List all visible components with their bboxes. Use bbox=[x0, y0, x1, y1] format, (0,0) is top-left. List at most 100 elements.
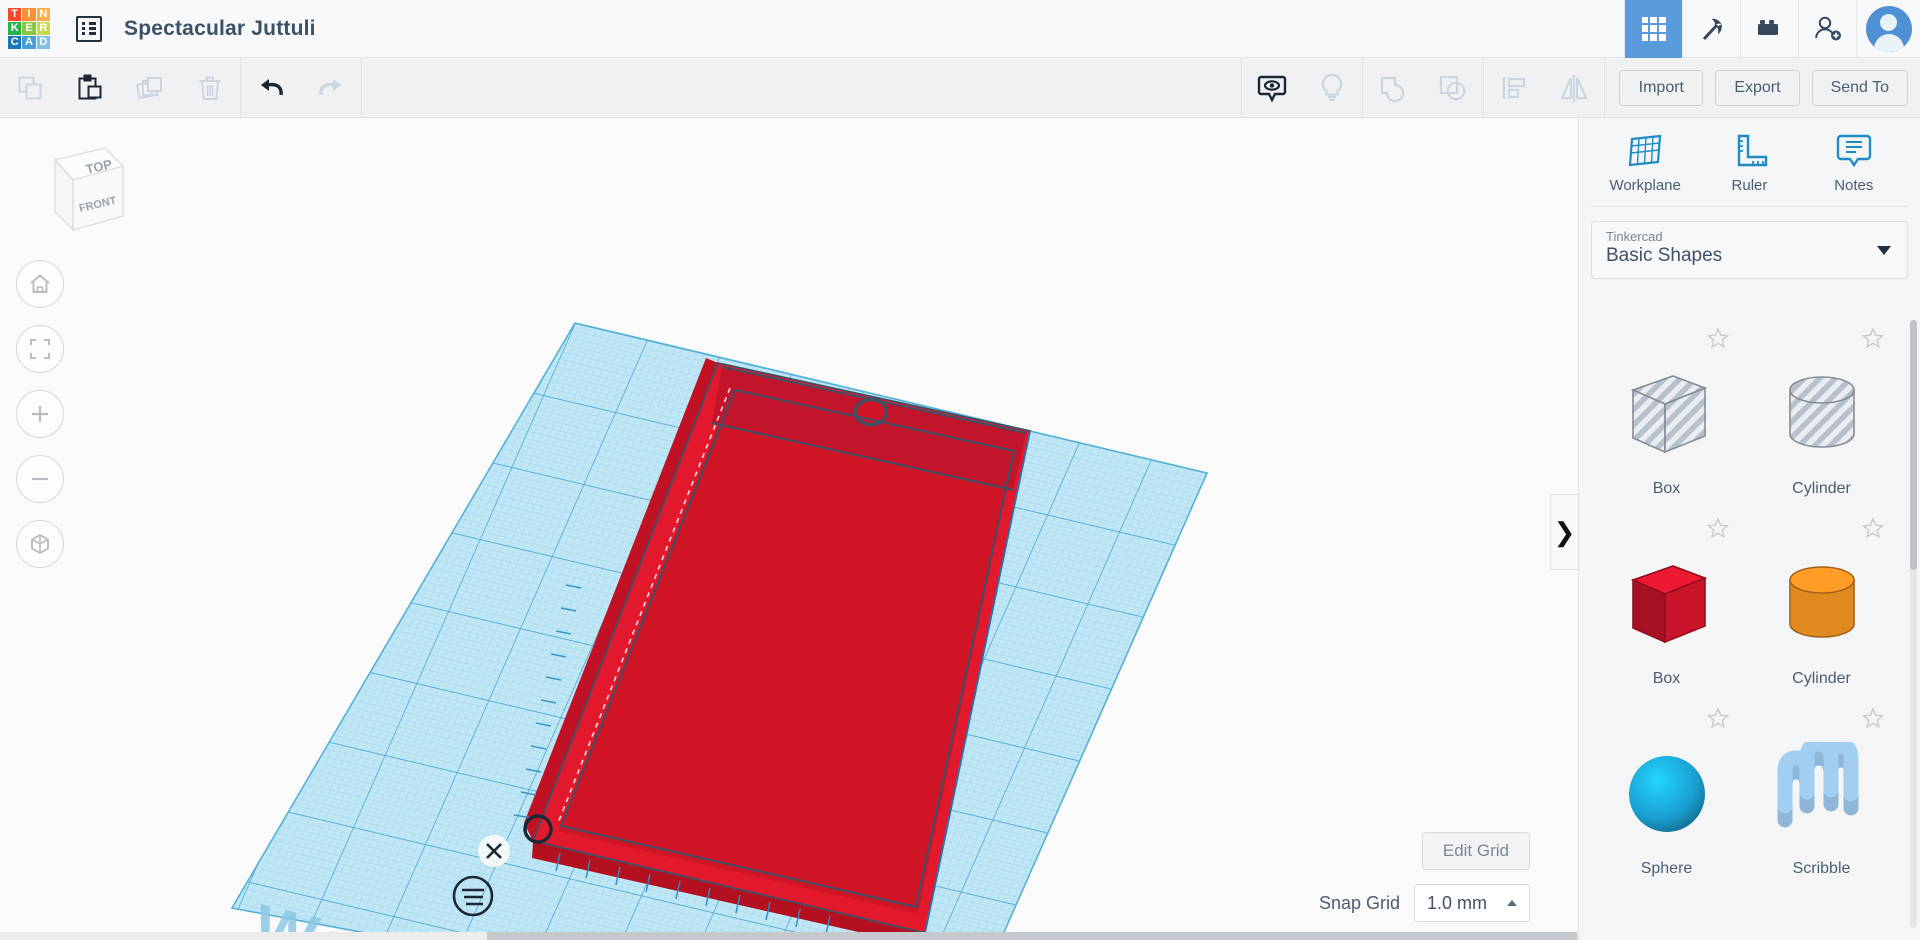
shape-item-sphere-4[interactable]: Sphere bbox=[1589, 696, 1744, 886]
favorite-star-icon bbox=[1707, 517, 1729, 539]
3d-canvas[interactable]: Workplane bbox=[0, 118, 1578, 940]
logo-tile-n: N bbox=[36, 7, 50, 21]
shape-item-label: Box bbox=[1652, 480, 1681, 497]
zoom-out-icon[interactable] bbox=[16, 455, 64, 503]
canvas-horizontal-scrollbar[interactable] bbox=[0, 932, 1578, 940]
cylinder-thumbnail bbox=[1744, 544, 1899, 664]
ungroup-icon[interactable] bbox=[1423, 58, 1483, 118]
gallery-scrollbar[interactable] bbox=[1910, 320, 1917, 928]
shape-gallery[interactable]: Box Cylinder Box Cylinder Sphere Scribbl… bbox=[1579, 308, 1920, 940]
designs-grid-icon[interactable] bbox=[1624, 0, 1682, 58]
top-bar-right-actions bbox=[1624, 0, 1920, 58]
edit-toolbar: Import Export Send To bbox=[0, 57, 1920, 118]
clipboard-tool-group bbox=[0, 58, 240, 118]
chevron-down-icon bbox=[1877, 246, 1891, 255]
snap-grid-select[interactable]: 1.0 mm bbox=[1414, 884, 1530, 922]
history-tool-group bbox=[241, 58, 361, 118]
shape-gallery-row: Sphere Scribble bbox=[1589, 696, 1917, 886]
shape-item-label: Cylinder bbox=[1792, 480, 1851, 497]
logo-tile-d: D bbox=[36, 36, 50, 50]
top-bar: TINKERCAD Spectacular Juttuli bbox=[0, 0, 1920, 58]
shape-item-label: Box bbox=[1652, 670, 1681, 687]
add-user-icon[interactable] bbox=[1798, 0, 1856, 58]
logo-tile-k: K bbox=[8, 21, 22, 36]
favorite-star-icon[interactable] bbox=[1861, 326, 1885, 355]
send-to-button[interactable]: Send To bbox=[1811, 69, 1908, 106]
favorite-star-icon bbox=[1707, 327, 1729, 349]
view-cube[interactable]: TOP FRONT bbox=[25, 130, 135, 240]
align-icon[interactable] bbox=[1484, 58, 1544, 118]
fit-to-view-icon[interactable] bbox=[16, 325, 64, 373]
favorite-star-icon bbox=[1707, 707, 1729, 729]
shape-item-box-2[interactable]: Box bbox=[1589, 506, 1744, 696]
lightbulb-icon[interactable] bbox=[1302, 58, 1362, 118]
logo-tile-i: I bbox=[22, 7, 36, 21]
delete-handle-icon bbox=[478, 835, 510, 867]
list-icon[interactable] bbox=[76, 15, 102, 42]
avatar[interactable] bbox=[1856, 0, 1920, 58]
panel-tool-row: Workplane Ruler Notes bbox=[1579, 118, 1920, 206]
shape-item-label: Sphere bbox=[1640, 860, 1693, 877]
favorite-star-icon[interactable] bbox=[1706, 326, 1730, 355]
notes-tool[interactable]: Notes bbox=[1808, 131, 1900, 194]
logo-tile-c: C bbox=[8, 36, 22, 50]
logo-tile-a: A bbox=[22, 36, 36, 50]
pickaxe-icon[interactable] bbox=[1682, 0, 1740, 58]
workplane-tool-label: Workplane bbox=[1609, 176, 1681, 194]
group-tool-group bbox=[1363, 58, 1483, 118]
align-tool-group bbox=[1484, 58, 1604, 118]
redo-icon[interactable] bbox=[301, 58, 361, 118]
favorite-star-icon[interactable] bbox=[1861, 516, 1885, 545]
mirror-icon[interactable] bbox=[1544, 58, 1604, 118]
snap-grid-control: Snap Grid 1.0 mm bbox=[1319, 884, 1530, 922]
zoom-in-icon[interactable] bbox=[16, 390, 64, 438]
sphere-thumbnail bbox=[1589, 734, 1744, 854]
shape-item-scribble-5[interactable]: Scribble bbox=[1744, 696, 1899, 886]
shape-item-cylinder-1[interactable]: Cylinder bbox=[1744, 316, 1899, 506]
paste-icon[interactable] bbox=[60, 58, 120, 118]
notes-tool-label: Notes bbox=[1834, 176, 1874, 194]
logo-tile-r: R bbox=[36, 21, 50, 36]
shape-gallery-row: Box Cylinder bbox=[1589, 316, 1917, 506]
caret-up-icon bbox=[1507, 900, 1517, 906]
group-icon[interactable] bbox=[1363, 58, 1423, 118]
shape-item-box-0[interactable]: Box bbox=[1589, 316, 1744, 506]
snap-grid-label: Snap Grid bbox=[1318, 892, 1400, 913]
tinkercad-app: TINKERCAD Spectacular Juttuli Import Exp… bbox=[0, 0, 1920, 940]
tinkercad-logo[interactable]: TINKERCAD bbox=[8, 7, 50, 50]
edit-grid-button[interactable]: Edit Grid bbox=[1421, 832, 1530, 870]
favorite-star-icon bbox=[1862, 327, 1884, 349]
duplicate-icon[interactable] bbox=[120, 58, 180, 118]
orthographic-toggle-icon[interactable] bbox=[16, 520, 64, 568]
ruler-tool-label: Ruler bbox=[1731, 176, 1768, 194]
ruler-tool[interactable]: Ruler bbox=[1703, 131, 1795, 194]
shape-item-label: Scribble bbox=[1792, 860, 1851, 877]
copy-icon[interactable] bbox=[0, 58, 60, 118]
export-button[interactable]: Export bbox=[1715, 69, 1800, 106]
import-button[interactable]: Import bbox=[1619, 69, 1704, 106]
library-name: Basic Shapes bbox=[1606, 245, 1723, 266]
snap-grid-value: 1.0 mm bbox=[1427, 892, 1488, 913]
favorite-star-icon[interactable] bbox=[1706, 516, 1730, 545]
show-hide-eye-icon[interactable] bbox=[1242, 58, 1302, 118]
favorite-star-icon[interactable] bbox=[1861, 706, 1885, 735]
box-thumbnail bbox=[1589, 354, 1744, 474]
lego-brick-icon[interactable] bbox=[1740, 0, 1798, 58]
logo-tile-t: T bbox=[8, 7, 22, 21]
panel-collapse-handle[interactable]: ❯ bbox=[1550, 494, 1578, 570]
page-title: Spectacular Juttuli bbox=[124, 16, 316, 40]
favorite-star-icon[interactable] bbox=[1706, 706, 1730, 735]
shape-gallery-row: Box Cylinder bbox=[1589, 506, 1917, 696]
favorite-star-icon bbox=[1862, 707, 1884, 729]
undo-icon[interactable] bbox=[241, 58, 301, 118]
right-panel: Workplane Ruler Notes Tinkercad Basic Sh… bbox=[1578, 118, 1920, 940]
scene-3d[interactable]: Workplane bbox=[0, 118, 1578, 940]
trash-icon[interactable] bbox=[180, 58, 240, 118]
visibility-tool-group bbox=[1242, 58, 1362, 118]
home-view-icon[interactable] bbox=[16, 260, 64, 308]
shape-item-cylinder-3[interactable]: Cylinder bbox=[1744, 506, 1899, 696]
shape-item-label: Cylinder bbox=[1792, 670, 1851, 687]
shape-library-select[interactable]: Tinkercad Basic Shapes bbox=[1591, 221, 1908, 279]
workplane-tool[interactable]: Workplane bbox=[1599, 131, 1691, 194]
cylinder-thumbnail bbox=[1744, 354, 1899, 474]
